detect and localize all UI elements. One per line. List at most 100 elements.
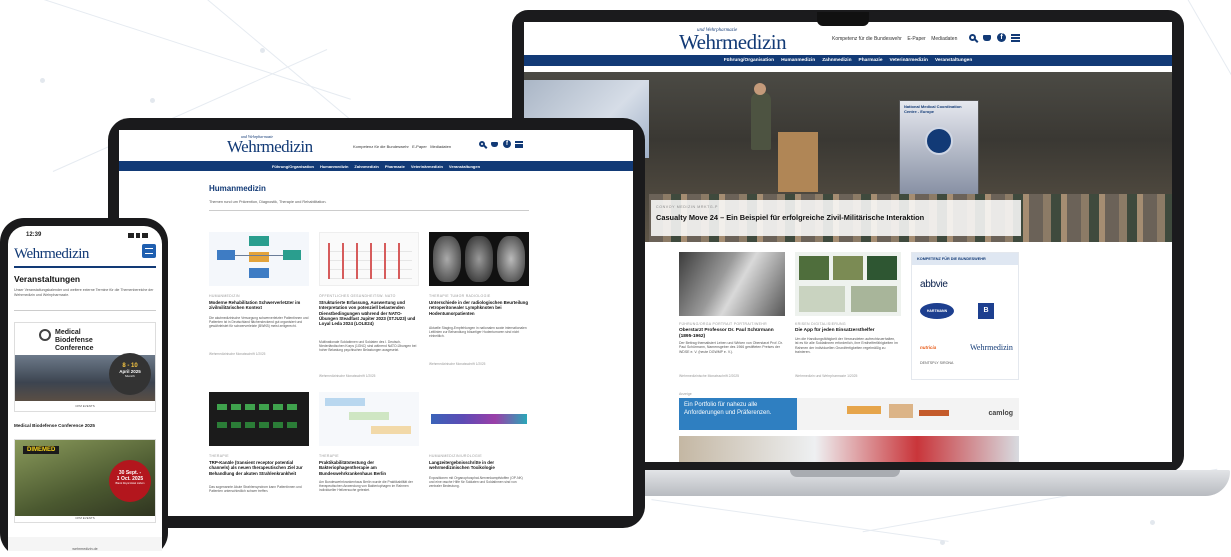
flow-box bbox=[371, 426, 411, 434]
laptop-base-groove bbox=[790, 470, 900, 477]
card-kicker: THERAPIE bbox=[319, 454, 339, 458]
cart-icon[interactable] bbox=[491, 142, 498, 147]
card-image-timeline[interactable] bbox=[429, 392, 529, 446]
top-link-mediadaten[interactable]: Mediadaten bbox=[430, 144, 451, 149]
event-city: Munich bbox=[125, 374, 135, 378]
card-title[interactable]: Unterschiede in der radiologischen Beurt… bbox=[429, 300, 529, 316]
nav-veranstaltungen[interactable]: Veranstaltungen bbox=[935, 58, 972, 63]
top-links: Kompetenz für die Bundeswehr E-Paper Med… bbox=[832, 36, 957, 42]
tablet-logo[interactable]: und Wehrpharmazie Wehrmedizin bbox=[227, 134, 313, 155]
nato-emblem bbox=[925, 126, 953, 155]
search-icon[interactable] bbox=[479, 141, 485, 147]
phone-menu-button[interactable] bbox=[142, 244, 156, 258]
nav-humanmedizin[interactable]: Humanmedizin bbox=[320, 164, 348, 169]
flow-box bbox=[325, 398, 365, 406]
title-divider bbox=[209, 210, 529, 211]
sponsor-logo-abbvie[interactable]: abbvie bbox=[920, 279, 948, 290]
ad-text: Ein Portfolio für nahezu alle Anforderun… bbox=[684, 402, 772, 416]
mri-scan bbox=[497, 236, 525, 282]
ad-product bbox=[919, 410, 949, 416]
card-text: Am Bundeswehrkrankenhaus Berlin wurde di… bbox=[319, 480, 413, 493]
article-title[interactable]: Die App für jeden Einsatzersthelfer bbox=[795, 328, 899, 334]
top-link-mediadaten[interactable]: Mediadaten bbox=[931, 36, 957, 42]
nav-pharmazie[interactable]: Pharmazie bbox=[859, 58, 883, 63]
logo-title: Wehrmedizin bbox=[679, 30, 787, 54]
facebook-icon[interactable]: f bbox=[503, 140, 511, 148]
nav-pharmazie[interactable]: Pharmazie bbox=[385, 164, 405, 169]
nav-fuehrung[interactable]: Führung/Organisation bbox=[272, 164, 314, 169]
card-image-flowchart[interactable] bbox=[319, 392, 419, 446]
top-link-kompetenz[interactable]: Kompetenz für die Bundeswehr bbox=[353, 144, 409, 149]
nav-veranstaltungen[interactable]: Veranstaltungen bbox=[449, 164, 480, 169]
nav-humanmedizin[interactable]: Humanmedizin bbox=[781, 58, 815, 63]
hero-overlay: CONVOY MEDIZIN MRKTG-P Casualty Move 24 … bbox=[651, 200, 1021, 236]
card-title[interactable]: Strukturierte Erfassung, Auswertung und … bbox=[319, 300, 419, 326]
nav-zahnmedizin[interactable]: Zahnmedizin bbox=[822, 58, 851, 63]
mockup-stage: und Wehrpharmazie Wehrmedizin Kompetenz … bbox=[0, 0, 1231, 557]
hero-speaker-head bbox=[754, 83, 766, 95]
tablet-screen: und Wehrpharmazie Wehrmedizin Kompetenz … bbox=[119, 130, 633, 516]
sponsor-logo-nutricia[interactable]: nutricia bbox=[920, 345, 936, 350]
nav-veterinaermedizin[interactable]: Veterinärmedizin bbox=[890, 58, 928, 63]
card-image-mri[interactable] bbox=[429, 232, 529, 286]
article-title[interactable]: Oberstarzt Professor Dr. Paul Schürmann … bbox=[679, 328, 783, 340]
article-kicker: FÜHRUNG/ORGA PORTRAIT PORTRAIT/WEHR bbox=[679, 322, 767, 326]
card-meta: Wehrmedizinische Monatsschrift 1/2025 bbox=[319, 374, 376, 378]
event-caption[interactable]: Medical Biodefense Conference 2025 bbox=[14, 423, 95, 428]
sponsor-logo-wehrmedizin[interactable]: Wehrmedizin bbox=[970, 343, 1013, 352]
timeline-bar bbox=[431, 414, 527, 424]
hero-banner: National Medical Coordination Centre - E… bbox=[899, 100, 979, 205]
diagram-box bbox=[249, 252, 269, 262]
phone-logo[interactable]: Wehrmedizin bbox=[14, 246, 89, 263]
ad-banner[interactable]: Ein Portfolio für nahezu alle Anforderun… bbox=[679, 398, 1019, 430]
hero-kicker: CONVOY MEDIZIN MRKTG-P bbox=[656, 205, 719, 209]
card-title[interactable]: Langzeitergebnisschritte in der wehrmedi… bbox=[429, 460, 529, 471]
card-kicker: THERAPIE TUMOR RADIOLOGIE bbox=[429, 294, 491, 298]
sponsor-logo-hartmann[interactable]: HARTMANN bbox=[920, 303, 954, 319]
nav-fuehrung[interactable]: Führung/Organisation bbox=[724, 58, 774, 63]
article-image-app[interactable] bbox=[795, 252, 901, 316]
tablet-nav: Führung/Organisation Humanmedizin Zahnme… bbox=[119, 161, 633, 171]
card-meta: Wehrmedizinische Monatsschrift 1/2025 bbox=[429, 362, 486, 366]
sponsor-logo-dentsply[interactable]: DENTSPLY SIRONA bbox=[920, 361, 953, 365]
search-icon[interactable] bbox=[969, 34, 976, 41]
event-date-badge: 30 Sept. - 1 Oct. 2025 Blank Royal Hotel… bbox=[109, 460, 151, 502]
facebook-icon[interactable]: f bbox=[997, 33, 1006, 42]
app-screenshot bbox=[851, 286, 897, 312]
menu-icon[interactable] bbox=[515, 141, 523, 148]
card-title[interactable]: Praktikabilitätstestung der Bakteriophag… bbox=[319, 460, 419, 476]
event-card-biodefense[interactable]: Medical Biodefense Conference 8 - 10 Apr… bbox=[14, 322, 156, 412]
card-image-chart[interactable] bbox=[319, 232, 419, 286]
hero-podium bbox=[778, 132, 818, 192]
gel-band bbox=[217, 404, 301, 410]
card-meta: Wehrmedizinische Monatsschrift 1/2025 bbox=[209, 352, 266, 356]
top-link-epaper[interactable]: E-Paper bbox=[907, 36, 925, 42]
event-card-dimemed[interactable]: DIMEMED 30 Sept. - 1 Oct. 2025 Blank Roy… bbox=[14, 439, 156, 523]
mri-scan bbox=[465, 236, 493, 282]
card-image-diagram[interactable] bbox=[209, 232, 309, 286]
hero-speaker bbox=[751, 92, 771, 150]
app-screenshot bbox=[799, 286, 845, 312]
menu-icon[interactable] bbox=[1011, 34, 1020, 42]
sponsor-logo-b[interactable]: B bbox=[978, 303, 994, 319]
bg-line bbox=[651, 499, 949, 542]
bg-line bbox=[0, 0, 351, 100]
site-logo[interactable]: und Wehrpharmazie Wehrmedizin bbox=[679, 28, 787, 54]
hero-title[interactable]: Casualty Move 24 – Ein Beispiel für erfo… bbox=[656, 213, 924, 222]
cart-icon[interactable] bbox=[983, 35, 991, 41]
article-image-schuermann[interactable] bbox=[679, 252, 785, 316]
card-image-gel[interactable] bbox=[209, 392, 309, 446]
ad-text-box: Ein Portfolio für nahezu alle Anforderun… bbox=[679, 398, 797, 430]
top-link-epaper[interactable]: E-Paper bbox=[412, 144, 427, 149]
top-link-kompetenz[interactable]: Kompetenz für die Bundeswehr bbox=[832, 36, 902, 42]
ad-product bbox=[889, 404, 913, 418]
nav-veterinaermedizin[interactable]: Veterinärmedizin bbox=[411, 164, 443, 169]
card-title[interactable]: Moderne Rehabilitation Schwerverletzter … bbox=[209, 300, 309, 311]
card-title[interactable]: TRP-Kanäle (transient receptor potential… bbox=[209, 460, 309, 476]
nav-zahnmedizin[interactable]: Zahnmedizin bbox=[354, 164, 378, 169]
card-text: Aktuelle Staging-Empfehlungen in nationa… bbox=[429, 326, 527, 339]
url-bar[interactable]: wehrmedizin.de bbox=[8, 537, 162, 551]
diagram-box bbox=[249, 236, 269, 246]
article-kicker: KRISEN DIGITALISIERUNG bbox=[795, 322, 846, 326]
phone-intro-divider bbox=[14, 310, 156, 311]
